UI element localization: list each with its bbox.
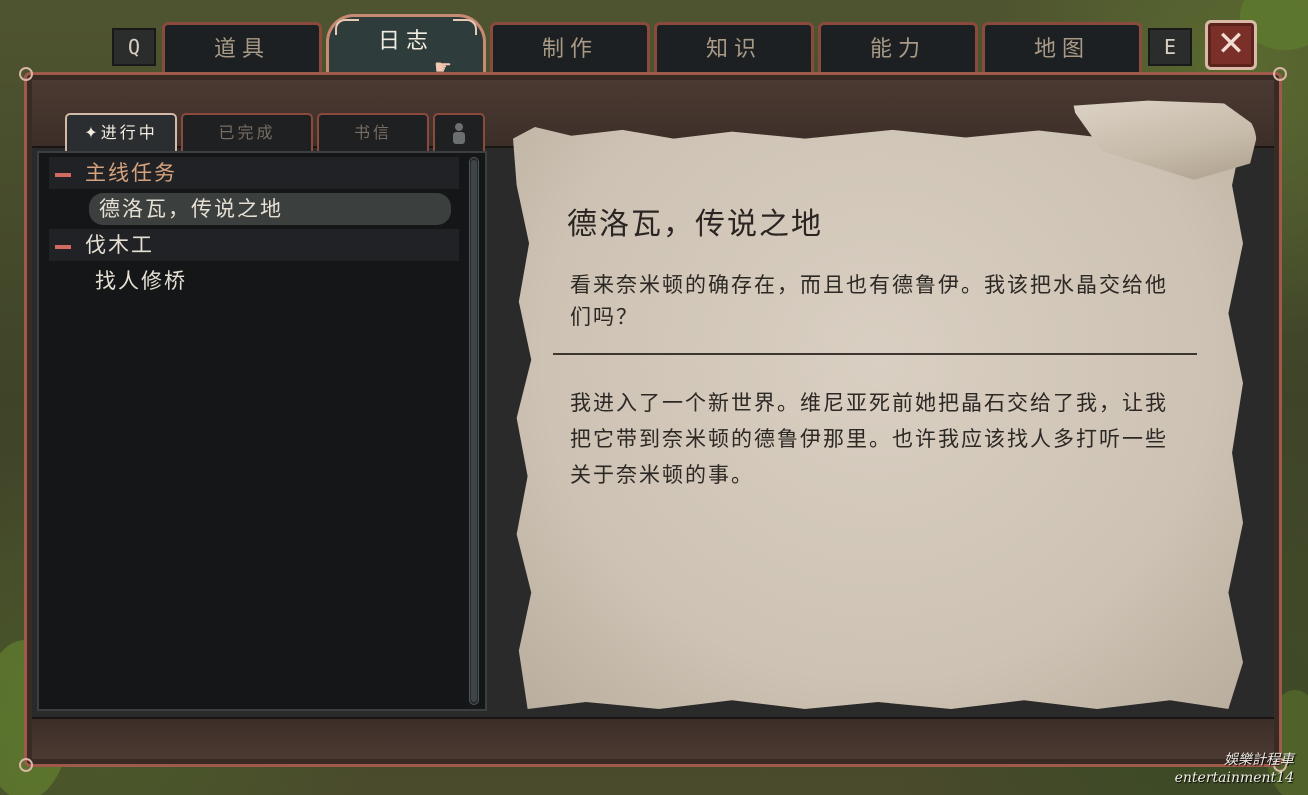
tab-crafting[interactable]: 制作 (490, 22, 650, 74)
watermark-line2: entertainment14 (1174, 770, 1294, 786)
person-icon (453, 123, 465, 144)
tab-abilities[interactable]: 能力 (818, 22, 978, 74)
tab-items[interactable]: 道具 (162, 22, 322, 74)
quest-detail-scroll: 德洛瓦，传说之地 看来奈米顿的确存在，而且也有德鲁伊。我该把水晶交给他们吗？ 我… (507, 89, 1282, 719)
watermark: 娛樂計程車 entertainment14 (1175, 751, 1294, 787)
watermark-line1: 娛樂計程車 (1224, 752, 1294, 768)
quest-item-selected[interactable]: 德洛瓦，传说之地 (89, 193, 451, 225)
menu-tab-bar: Q 道具 日志 制作 知识 能力 地图 E ☛ ✕ (0, 0, 1308, 78)
subtab-letters[interactable]: 书信 (317, 113, 429, 151)
quest-item[interactable]: 找人修桥 (49, 265, 459, 297)
subtab-characters[interactable] (433, 113, 485, 151)
close-button[interactable]: ✕ (1205, 20, 1257, 70)
quest-list-scrollbar[interactable] (469, 157, 479, 705)
corner-ornament (19, 758, 33, 772)
frame-bottom-wood (32, 717, 1274, 759)
close-icon: ✕ (1216, 24, 1246, 64)
quest-category[interactable]: 伐木工 (49, 229, 459, 261)
quest-label: 找人修桥 (95, 269, 187, 293)
divider-line (553, 353, 1197, 355)
subtab-completed[interactable]: 已完成 (181, 113, 313, 151)
next-tab-key[interactable]: E (1148, 28, 1192, 66)
category-label: 伐木工 (85, 233, 154, 257)
quest-category[interactable]: 主线任务 (49, 157, 459, 189)
journal-panel: ✦进行中 已完成 书信 主线任务 德洛瓦，传说之地 伐木工 找人修桥 德洛瓦，传… (19, 67, 1287, 772)
quest-title: 德洛瓦，传说之地 (567, 207, 823, 242)
scrollbar-thumb[interactable] (471, 160, 477, 702)
quest-label: 德洛瓦，传说之地 (99, 197, 283, 221)
corner-ornament (19, 67, 33, 81)
collapse-minus-icon (55, 244, 71, 249)
prev-tab-key[interactable]: Q (112, 28, 156, 66)
quest-log-text: 我进入了一个新世界。维尼亚死前她把晶石交给了我，让我把它带到奈米顿的德鲁伊那里。… (570, 391, 1168, 487)
corner-ornament (1273, 67, 1287, 81)
quest-list: 主线任务 德洛瓦，传说之地 伐木工 找人修桥 (37, 151, 487, 711)
quest-summary: 看来奈米顿的确存在，而且也有德鲁伊。我该把水晶交给他们吗？ (570, 273, 1168, 329)
category-label: 主线任务 (85, 161, 177, 185)
subtab-in-progress[interactable]: ✦进行中 (65, 113, 177, 151)
tab-map[interactable]: 地图 (982, 22, 1142, 74)
collapse-minus-icon (55, 172, 71, 177)
tab-knowledge[interactable]: 知识 (654, 22, 814, 74)
